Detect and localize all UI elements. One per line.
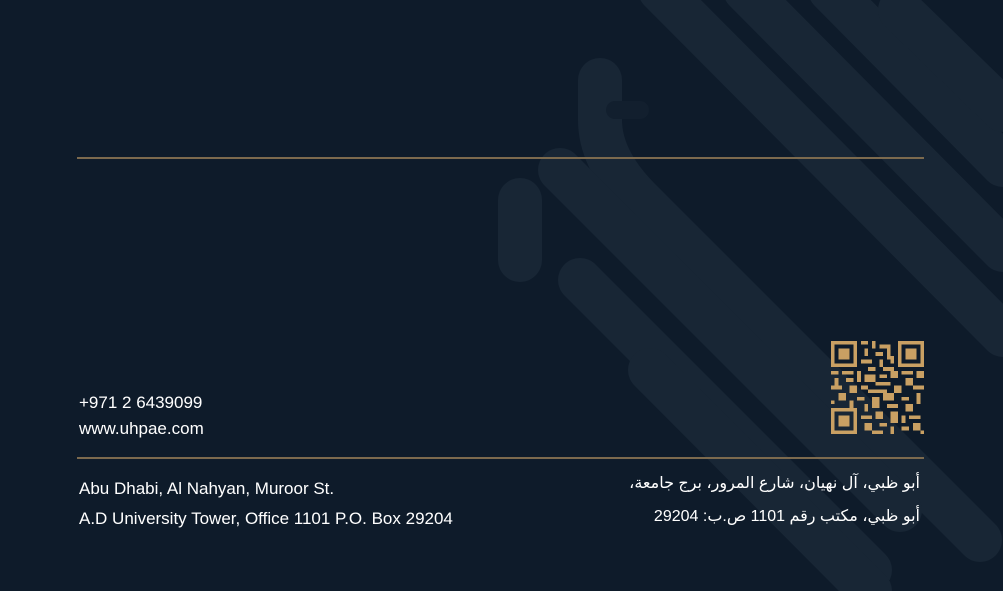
business-card-back: +971 2 6439099 www.uhpae.com Abu Dhabi, … bbox=[0, 0, 1003, 591]
address-en-line-2: A.D University Tower, Office 1101 P.O. B… bbox=[79, 509, 453, 528]
divider-top bbox=[77, 157, 924, 159]
address-english: Abu Dhabi, Al Nahyan, Muroor St. A.D Uni… bbox=[79, 474, 453, 534]
address-ar-line-1: أبو ظبي، آل نهيان، شارع المرور، برج جامع… bbox=[629, 475, 920, 492]
address-ar-line-2: أبو ظبي، مكتب رقم 1101 ص.ب: 29204 bbox=[653, 508, 920, 525]
divider-bottom bbox=[77, 457, 924, 459]
contact-info: +971 2 6439099 www.uhpae.com bbox=[79, 390, 204, 442]
address-en-line-1: Abu Dhabi, Al Nahyan, Muroor St. bbox=[79, 479, 335, 498]
phone-number[interactable]: +971 2 6439099 bbox=[79, 390, 204, 416]
qr-code-icon[interactable] bbox=[831, 341, 924, 434]
address-arabic: أبو ظبي، آل نهيان، شارع المرور، برج جامع… bbox=[629, 467, 920, 533]
website-link[interactable]: www.uhpae.com bbox=[79, 416, 204, 442]
